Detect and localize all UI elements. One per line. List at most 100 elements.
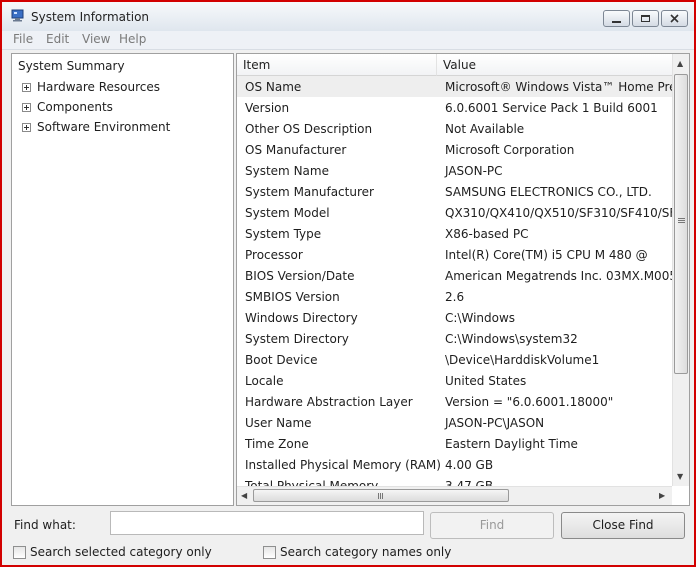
vertical-scroll-thumb[interactable] xyxy=(674,74,688,374)
tree-item-label: Software Environment xyxy=(37,120,171,134)
tree-item-hardware-resources[interactable]: Hardware Resources xyxy=(22,79,160,95)
table-row[interactable]: User Name JASON-PC\JASON xyxy=(237,412,673,433)
cell-value: 3.47 GB xyxy=(445,479,494,486)
cell-item: System Model xyxy=(245,206,330,220)
table-row[interactable]: System Model QX310/QX410/QX510/SF310/SF41… xyxy=(237,202,673,223)
expand-plus-icon[interactable] xyxy=(22,102,31,112)
expand-plus-icon[interactable] xyxy=(22,82,31,92)
tree-item-label: Components xyxy=(37,100,113,114)
cell-value: \Device\HarddiskVolume1 xyxy=(445,353,600,367)
menu-view[interactable]: View xyxy=(82,32,110,46)
cell-item: Installed Physical Memory (RAM) xyxy=(245,458,441,472)
menu-bar: File Edit View Help xyxy=(2,31,694,50)
table-row[interactable]: OS Name Microsoft® Windows Vista™ Home Pr… xyxy=(237,76,673,97)
system-information-app-icon xyxy=(11,9,24,22)
search-category-names-option[interactable]: Search category names only xyxy=(263,545,451,559)
cell-item: Version xyxy=(245,101,290,115)
cell-value: Microsoft Corporation xyxy=(445,143,575,157)
cell-item: SMBIOS Version xyxy=(245,290,340,304)
table-row[interactable]: Time Zone Eastern Daylight Time xyxy=(237,433,673,454)
table-row[interactable]: System Manufacturer SAMSUNG ELECTRONICS C… xyxy=(237,181,673,202)
cell-item: Other OS Description xyxy=(245,122,373,136)
scroll-up-icon[interactable]: ▲ xyxy=(677,59,683,69)
cell-value: 2.6 xyxy=(445,290,465,304)
cell-item: System Manufacturer xyxy=(245,185,374,199)
cell-value: American Megatrends Inc. 03MX.M005 xyxy=(445,269,673,283)
close-button[interactable] xyxy=(661,10,688,27)
horizontal-scroll-thumb[interactable] xyxy=(253,489,509,502)
cell-item: Boot Device xyxy=(245,353,318,367)
cell-item: Windows Directory xyxy=(245,311,358,325)
cell-value: SAMSUNG ELECTRONICS CO., LTD. xyxy=(445,185,652,199)
cell-value: X86-based PC xyxy=(445,227,529,241)
cell-value: Intel(R) Core(TM) i5 CPU M 480 @ xyxy=(445,248,648,262)
table-row[interactable]: System Type X86-based PC xyxy=(237,223,673,244)
details-list[interactable]: Item Value OS Name Microsoft® Windows Vis… xyxy=(236,53,690,506)
expand-plus-icon[interactable] xyxy=(22,122,31,132)
table-row[interactable]: Processor Intel(R) Core(TM) i5 CPU M 480 … xyxy=(237,244,673,265)
search-selected-category-option[interactable]: Search selected category only xyxy=(13,545,212,559)
cell-value: Eastern Daylight Time xyxy=(445,437,578,451)
menu-help[interactable]: Help xyxy=(119,32,146,46)
cell-value: JASON-PC xyxy=(445,164,503,178)
system-information-window: System Information File Edit View Help S… xyxy=(0,0,696,567)
cell-item: OS Manufacturer xyxy=(245,143,347,157)
cell-item: Hardware Abstraction Layer xyxy=(245,395,413,409)
cell-item: Processor xyxy=(245,248,303,262)
cell-value: C:\Windows xyxy=(445,311,516,325)
scroll-left-icon[interactable]: ◀ xyxy=(241,491,247,501)
maximize-button[interactable] xyxy=(632,10,659,27)
vertical-scrollbar[interactable]: ▲ ▼ xyxy=(672,54,689,486)
table-row[interactable]: Installed Physical Memory (RAM) 4.00 GB xyxy=(237,454,673,475)
table-row[interactable]: BIOS Version/Date American Megatrends Inc… xyxy=(237,265,673,286)
find-button[interactable]: Find xyxy=(430,512,554,539)
title-bar[interactable]: System Information xyxy=(2,2,694,31)
cell-item: BIOS Version/Date xyxy=(245,269,355,283)
cell-value: Not Available xyxy=(445,122,525,136)
cell-value: Version = "6.0.6001.18000" xyxy=(445,395,614,409)
window-title: System Information xyxy=(31,10,150,24)
cell-value: JASON-PC\JASON xyxy=(445,416,545,430)
table-row[interactable]: System Name JASON-PC xyxy=(237,160,673,181)
table-row[interactable]: Total Physical Memory 3.47 GB xyxy=(237,475,673,486)
tree-item-label: Hardware Resources xyxy=(37,80,161,94)
category-tree[interactable]: System Summary Hardware Resources Compon… xyxy=(11,53,234,506)
cell-item: Time Zone xyxy=(245,437,309,451)
table-row[interactable]: Locale United States xyxy=(237,370,673,391)
table-row[interactable]: OS Manufacturer Microsoft Corporation xyxy=(237,139,673,160)
cell-value: 6.0.6001 Service Pack 1 Build 6001 xyxy=(445,101,658,115)
search-category-names-checkbox[interactable] xyxy=(263,545,276,559)
table-row[interactable]: Other OS Description Not Available xyxy=(237,118,673,139)
close-icon xyxy=(670,14,679,23)
find-what-label: Find what: xyxy=(14,518,76,532)
column-header-item[interactable]: Item xyxy=(237,54,437,76)
cell-item: Total Physical Memory xyxy=(245,479,379,486)
column-header-value[interactable]: Value xyxy=(437,54,673,76)
cell-item: Locale xyxy=(245,374,284,388)
tree-item-software-environment[interactable]: Software Environment xyxy=(22,119,170,135)
scroll-right-icon[interactable]: ▶ xyxy=(659,491,665,501)
cell-item: System Type xyxy=(245,227,322,241)
table-row[interactable]: SMBIOS Version 2.6 xyxy=(237,286,673,307)
menu-edit[interactable]: Edit xyxy=(46,32,69,46)
maximize-icon xyxy=(641,15,650,22)
details-rows: OS Name Microsoft® Windows Vista™ Home Pr… xyxy=(237,76,673,486)
search-selected-category-checkbox[interactable] xyxy=(13,545,26,559)
horizontal-scrollbar[interactable]: ◀ ▶ xyxy=(237,486,672,505)
table-row[interactable]: System Directory C:\Windows\system32 xyxy=(237,328,673,349)
close-find-button[interactable]: Close Find xyxy=(561,512,685,539)
find-what-input[interactable] xyxy=(110,511,424,535)
scroll-down-icon[interactable]: ▼ xyxy=(677,472,683,482)
table-row[interactable]: Version 6.0.6001 Service Pack 1 Build 600… xyxy=(237,97,673,118)
table-row[interactable]: Boot Device \Device\HarddiskVolume1 xyxy=(237,349,673,370)
table-row[interactable]: Hardware Abstraction Layer Version = "6.0… xyxy=(237,391,673,412)
table-row[interactable]: Windows Directory C:\Windows xyxy=(237,307,673,328)
search-selected-category-label: Search selected category only xyxy=(30,545,212,559)
minimize-button[interactable] xyxy=(603,10,630,27)
search-category-names-label: Search category names only xyxy=(280,545,452,559)
tree-item-components[interactable]: Components xyxy=(22,99,113,115)
tree-item-system-summary[interactable]: System Summary xyxy=(18,59,125,73)
menu-file[interactable]: File xyxy=(13,32,33,46)
cell-value: Microsoft® Windows Vista™ Home Pre xyxy=(445,80,673,94)
cell-item: OS Name xyxy=(245,80,302,94)
